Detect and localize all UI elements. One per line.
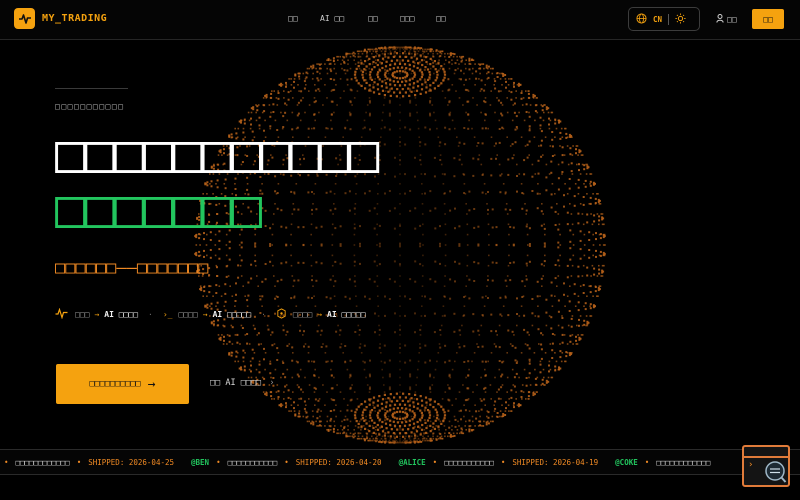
ticker-bullet: •: [500, 457, 506, 467]
nav-item-1[interactable]: □□: [288, 14, 320, 23]
signup-button[interactable]: □□: [752, 9, 784, 29]
language-theme-pill: CN: [628, 7, 700, 31]
ticker-user[interactable]: @COKE: [615, 458, 638, 467]
divider: [668, 13, 670, 25]
ticker-bullet: •: [284, 457, 289, 467]
top-navbar: MY_TRADING □□ AI □□ □□ □□□ □□ CN □□ □□: [0, 0, 800, 40]
arrow-right-icon: →: [202, 310, 208, 319]
dotted-sphere-graphic: [194, 45, 606, 445]
flow-separator: ·: [148, 310, 153, 319]
chevron-right-icon: ›_: [162, 310, 173, 319]
ticker-bullet: •: [216, 457, 221, 467]
hero-rule: [55, 88, 128, 89]
sun-icon[interactable]: [675, 12, 686, 26]
flow-1-target: AI □□□□: [104, 310, 138, 319]
arrow-right-icon: →: [94, 310, 100, 319]
flow-2-source: □□□□: [178, 310, 198, 319]
ticker-text: □□□□□□□□□□□□: [656, 457, 711, 467]
ticker-text: □□□□□□□□□□□: [227, 457, 278, 467]
arrow-right-icon: →: [317, 310, 323, 319]
flow-2-target: AI □□□□□: [212, 310, 252, 319]
chevron-right-icon: ›: [269, 378, 275, 388]
ticker-item: • □□□□□□□□□□□□ • SHIPPED: 2026-04-25: [4, 458, 174, 467]
feature-flow: □□□ → AI □□□□ · ›_ □□□□ → AI □□□□□ · □□□…: [55, 307, 366, 321]
ticker-user[interactable]: @ALICE: [399, 458, 426, 467]
secondary-link-label: □□ AI □□□□: [210, 378, 262, 388]
pulse-icon: [14, 8, 35, 29]
hero-title-line-2: □□□□□□□: [55, 179, 262, 239]
ticker-shipped: SHIPPED: 2026-04-20: [295, 457, 382, 467]
main-nav: □□ AI □□ □□ □□□ □□: [288, 14, 466, 23]
ticker-user[interactable]: @BEN: [191, 458, 209, 467]
ticker-text: □□□□□□□□□□□: [444, 457, 494, 467]
pulse-icon: [55, 307, 68, 321]
arrow-right-icon: →: [147, 376, 156, 392]
nav-item-3[interactable]: □□: [368, 14, 400, 23]
ticker-bullet: •: [4, 457, 9, 467]
ticker-text: □□□□□□□□□□□□: [15, 457, 70, 467]
hero-subtitle: □□□□□□——□□□□□□□: [55, 258, 209, 278]
nav-item-5[interactable]: □□: [436, 14, 466, 23]
ticker-item: @BEN • □□□□□□□□□□□ • SHIPPED: 2026-04-20: [191, 458, 382, 467]
hero-eyebrow: □□□□□□□□□□□: [55, 102, 125, 111]
shipped-ticker: • □□□□□□□□□□□□ • SHIPPED: 2026-04-25 @BE…: [0, 449, 800, 475]
brand-name: MY_TRADING: [42, 13, 108, 24]
ticker-shipped: SHIPPED: 2026-04-25: [88, 457, 175, 467]
ticker-bullet: •: [432, 457, 438, 467]
flow-3-target: AI □□□□□: [327, 310, 366, 319]
terminal-prompt-icon: ›: [748, 460, 754, 470]
language-code[interactable]: CN: [653, 15, 662, 24]
window-titlebar: [744, 447, 788, 458]
cta-label: □□□□□□□□□□: [89, 379, 141, 389]
search-icon: [765, 461, 787, 483]
login-label: □□: [727, 15, 737, 24]
ticker-shipped: SHIPPED: 2026-04-19: [512, 457, 599, 467]
secondary-link[interactable]: □□ AI □□□□ ›: [210, 378, 274, 388]
flow-1-source: □□□: [75, 310, 90, 319]
ticker-bullet: •: [644, 457, 650, 467]
nav-item-4[interactable]: □□□: [400, 14, 436, 23]
primary-cta-button[interactable]: □□□□□□□□□□ →: [56, 364, 189, 404]
hero-title-line-1: □□□□□□□□□□□: [55, 124, 379, 184]
flow-3-source: □□□□: [292, 310, 313, 319]
floating-assistant-button[interactable]: ›: [742, 445, 790, 487]
globe-icon[interactable]: [636, 12, 647, 26]
user-icon: [716, 14, 724, 25]
login-link[interactable]: □□: [716, 14, 737, 25]
ticker-item: @ALICE • □□□□□□□□□□□ • SHIPPED: 2026-04-…: [399, 458, 599, 467]
ticker-item: @COKE • □□□□□□□□□□□□: [615, 458, 710, 467]
robot-icon: [276, 308, 287, 321]
brand[interactable]: MY_TRADING: [14, 8, 107, 29]
flow-separator: ·: [261, 310, 266, 319]
nav-item-ai[interactable]: AI □□: [320, 14, 368, 23]
ticker-bullet: •: [76, 457, 82, 467]
